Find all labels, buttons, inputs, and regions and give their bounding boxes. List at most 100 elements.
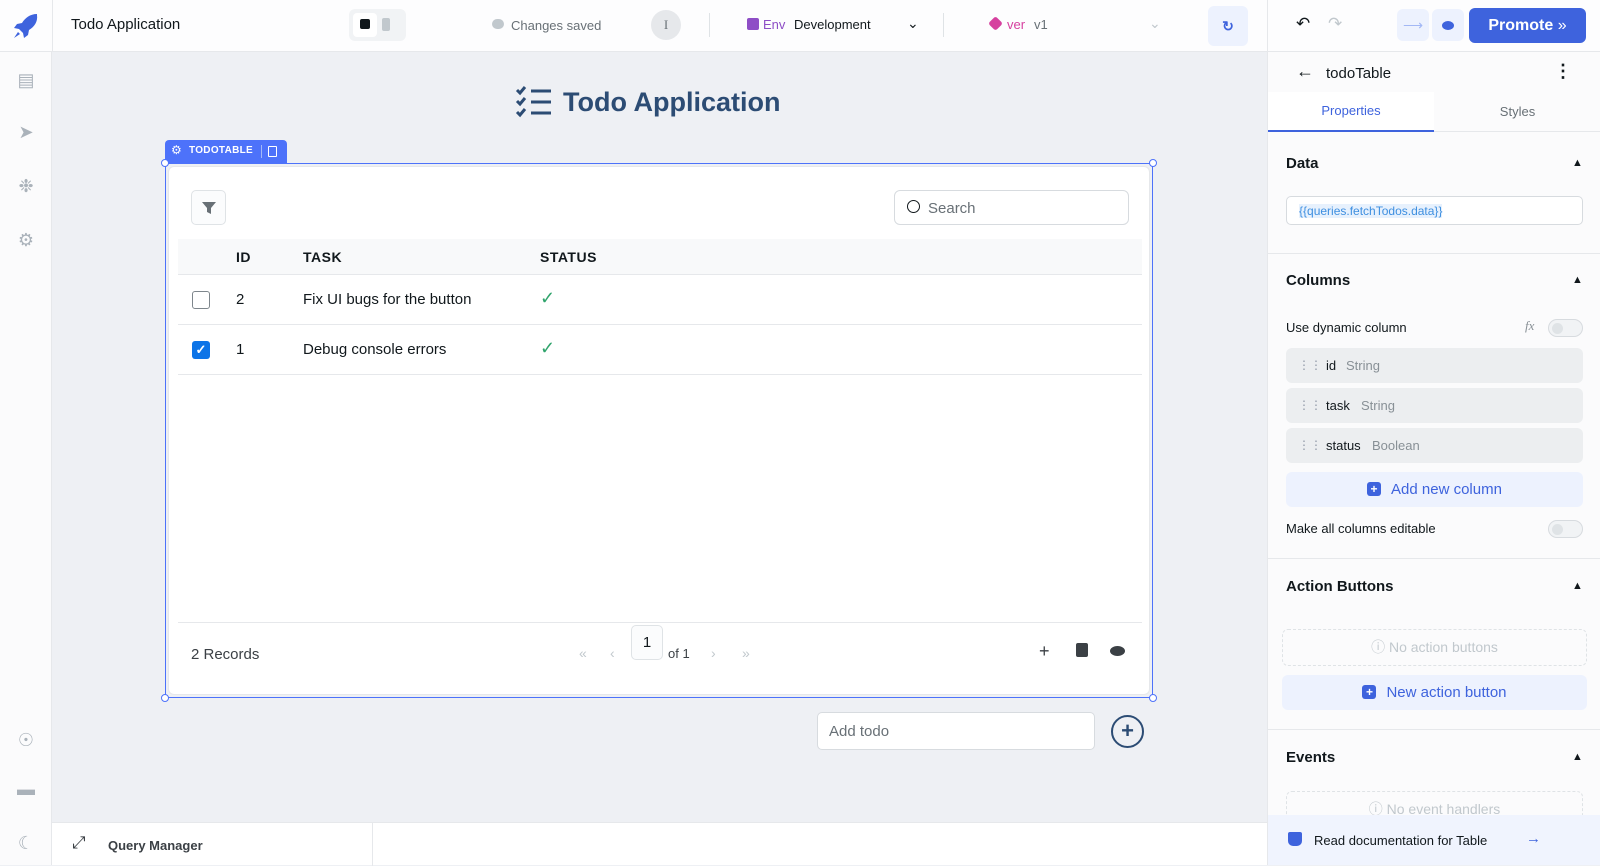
debugger-icon[interactable]: ❉ <box>14 174 38 198</box>
layers-icon <box>988 16 1003 31</box>
drag-handle-icon[interactable]: ⋮⋮ <box>1298 348 1322 383</box>
column-name: task <box>1326 398 1350 413</box>
dynamic-column-toggle[interactable] <box>1548 319 1583 337</box>
collapse-icon[interactable]: ▲ <box>1572 751 1583 763</box>
column-header-status[interactable]: STATUS <box>540 249 597 265</box>
app-title[interactable]: Todo Application <box>71 16 180 33</box>
table-row[interactable]: ✓ 1 Debug console errors ✓ <box>178 325 1142 375</box>
chevron-down-icon: ⌄ <box>907 15 919 31</box>
new-action-button[interactable]: + New action button <box>1282 675 1587 710</box>
promote-button[interactable]: Promote » <box>1469 8 1586 43</box>
mobile-view-button[interactable] <box>382 18 390 31</box>
search-icon <box>907 200 920 213</box>
dark-mode-icon[interactable]: ☾ <box>14 831 38 855</box>
no-action-buttons: ⓘ No action buttons <box>1282 629 1587 666</box>
query-manager-bar[interactable]: ⤢ Query Manager <box>52 822 1267 866</box>
tab-styles[interactable]: Styles <box>1434 92 1600 132</box>
back-arrow-icon[interactable]: ← <box>1296 61 1314 82</box>
collapse-icon[interactable]: ▲ <box>1572 580 1583 592</box>
add-new-column-button[interactable]: + Add new column <box>1286 472 1583 507</box>
chevron-down-icon: ⌄ <box>1149 15 1161 31</box>
cell-id: 1 <box>236 341 245 358</box>
left-sidebar: ▤ ➤ ❉ ⚙ ☉ ▬ ☾ <box>0 52 52 865</box>
tooljet-logo-icon[interactable] <box>10 10 42 42</box>
component-name[interactable]: todoTable <box>1326 65 1391 82</box>
last-page-button[interactable]: » <box>742 645 750 661</box>
docs-label: Read documentation for Table <box>1314 833 1488 848</box>
add-todo-input[interactable]: Add todo <box>817 712 1095 750</box>
filter-button[interactable] <box>191 190 226 225</box>
desktop-icon <box>360 19 370 29</box>
search-input[interactable]: Search <box>894 190 1129 225</box>
data-value: {{queries.fetchTodos.data}} <box>1299 204 1443 218</box>
prev-page-button[interactable]: ‹ <box>610 645 615 661</box>
section-action-buttons-heading[interactable]: Action Buttons <box>1286 578 1393 595</box>
section-data-heading[interactable]: Data <box>1286 155 1319 172</box>
ver-label: ver <box>1007 17 1026 32</box>
version-selector[interactable]: ver v1 ⌄ <box>988 12 1164 38</box>
sync-button[interactable]: ↻ <box>1208 6 1248 46</box>
column-item-task[interactable]: ⋮⋮ task String <box>1286 388 1583 423</box>
trash-icon[interactable] <box>268 146 277 157</box>
support-icon[interactable]: ☉ <box>14 728 38 752</box>
save-status: Changes saved <box>511 18 602 33</box>
page-input[interactable]: 1 <box>631 625 663 660</box>
column-header-task[interactable]: TASK <box>303 249 342 265</box>
chat-icon[interactable]: ▬ <box>14 777 38 801</box>
column-visibility-icon[interactable] <box>1110 646 1125 656</box>
tab-properties[interactable]: Properties <box>1268 92 1434 132</box>
collapse-icon[interactable]: ▲ <box>1572 274 1583 286</box>
column-item-id[interactable]: ⋮⋮ id String <box>1286 348 1583 383</box>
pages-icon[interactable]: ▤ <box>14 68 38 92</box>
redo-icon[interactable]: ↷ <box>1328 14 1342 34</box>
env-label: Env <box>763 17 786 32</box>
properties-panel: ← todoTable ⋮ Properties Styles Data ▲ {… <box>1267 52 1600 865</box>
page-total: of 1 <box>668 646 690 661</box>
editable-columns-toggle[interactable] <box>1548 520 1583 538</box>
first-page-button[interactable]: « <box>579 645 587 661</box>
plus-icon: + <box>1121 718 1134 743</box>
records-count: 2 Records <box>191 646 260 663</box>
drag-handle-icon[interactable]: ⋮⋮ <box>1298 428 1322 463</box>
more-options-icon[interactable]: ⋮ <box>1554 61 1572 82</box>
todo-table: Search ID TASK STATUS 2 Fix UI bugs for … <box>168 166 1150 695</box>
app-title-icon <box>515 85 553 119</box>
check-icon: ✓ <box>540 338 556 358</box>
column-type: Boolean <box>1372 438 1420 453</box>
row-checkbox-checked[interactable]: ✓ <box>192 341 210 359</box>
undo-icon[interactable]: ↶ <box>1296 14 1310 34</box>
add-row-icon[interactable]: + <box>1039 641 1050 662</box>
section-events-heading[interactable]: Events <box>1286 749 1335 766</box>
column-name: status <box>1326 438 1361 453</box>
arrow-right-icon: → <box>1526 830 1541 847</box>
column-item-status[interactable]: ⋮⋮ status Boolean <box>1286 428 1583 463</box>
env-icon <box>747 18 759 30</box>
top-bar: Todo Application Changes saved I Env Dev… <box>0 0 1600 52</box>
preview-button[interactable] <box>1432 9 1464 41</box>
desktop-view-button[interactable] <box>353 13 377 37</box>
share-button[interactable]: ⟶ <box>1397 9 1429 41</box>
info-icon: ⓘ <box>1371 639 1389 655</box>
dynamic-column-label: Use dynamic column <box>1286 320 1407 335</box>
widget-tag[interactable]: ⚙ TODOTABLE <box>165 140 287 163</box>
eye-icon <box>1442 21 1454 30</box>
expand-icon[interactable]: ⤢ <box>72 833 86 853</box>
column-header-id[interactable]: ID <box>236 249 251 265</box>
add-todo-button[interactable]: + <box>1111 715 1144 748</box>
collapse-icon[interactable]: ▲ <box>1572 157 1583 169</box>
settings-icon[interactable]: ⚙ <box>14 228 38 252</box>
next-page-button[interactable]: › <box>711 645 716 661</box>
table-row[interactable]: 2 Fix UI bugs for the button ✓ <box>178 275 1142 325</box>
widget-name: TODOTABLE <box>189 145 253 156</box>
data-input[interactable]: {{queries.fetchTodos.data}} <box>1286 196 1583 225</box>
environment-selector[interactable]: Env Development ⌄ <box>747 12 922 38</box>
drag-handle-icon[interactable]: ⋮⋮ <box>1298 388 1322 423</box>
download-icon[interactable] <box>1076 643 1088 657</box>
fx-icon[interactable]: fx <box>1525 318 1534 334</box>
section-columns-heading[interactable]: Columns <box>1286 272 1350 289</box>
documentation-link[interactable]: Read documentation for Table → <box>1268 815 1600 865</box>
inspector-icon[interactable]: ➤ <box>14 120 38 144</box>
plus-icon: + <box>1362 685 1377 699</box>
avatar[interactable]: I <box>651 10 681 40</box>
row-checkbox[interactable] <box>192 291 210 309</box>
